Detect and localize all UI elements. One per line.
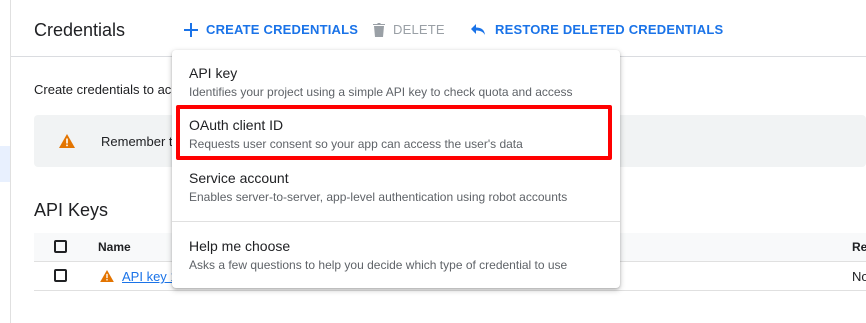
api-keys-title: API Keys bbox=[34, 200, 109, 220]
restore-label: RESTORE DELETED CREDENTIALS bbox=[495, 22, 724, 37]
warning-icon bbox=[59, 134, 75, 153]
page-title: Credentials bbox=[34, 20, 126, 40]
column-header-re[interactable]: Re bbox=[852, 240, 866, 254]
menu-item-description: Asks a few questions to help you decide … bbox=[189, 258, 568, 272]
menu-item-title: Service account bbox=[189, 170, 289, 186]
menu-item-description: Identifies your project using a simple A… bbox=[189, 85, 573, 99]
create-credentials-menu: API key Identifies your project using a … bbox=[172, 50, 620, 288]
banner-text: Remember t bbox=[101, 134, 173, 149]
warning-icon bbox=[100, 269, 114, 287]
highlight-box bbox=[176, 105, 612, 160]
menu-item-service-account[interactable]: Service account Enables server-to-server… bbox=[172, 170, 620, 210]
intro-text: Create credentials to ac bbox=[34, 82, 172, 97]
left-nav-rail bbox=[0, 0, 11, 323]
menu-item-api-key[interactable]: API key Identifies your project using a … bbox=[172, 65, 620, 105]
left-nav-selected-item[interactable] bbox=[0, 146, 10, 182]
delete-label: DELETE bbox=[393, 22, 445, 37]
menu-divider bbox=[172, 221, 620, 222]
page-header: Credentials CREATE CREDENTIALS DELETE RE… bbox=[11, 0, 866, 57]
column-header-name[interactable]: Name bbox=[98, 240, 131, 254]
plus-icon bbox=[184, 22, 198, 37]
row-checkbox[interactable] bbox=[54, 269, 67, 282]
create-credentials-button[interactable]: CREATE CREDENTIALS bbox=[184, 22, 358, 37]
trash-icon bbox=[373, 22, 385, 37]
delete-button[interactable]: DELETE bbox=[373, 22, 445, 37]
menu-item-description: Enables server-to-server, app-level auth… bbox=[189, 190, 568, 204]
create-credentials-label: CREATE CREDENTIALS bbox=[206, 22, 359, 37]
menu-item-title: API key bbox=[189, 65, 238, 81]
menu-item-title: Help me choose bbox=[189, 238, 291, 254]
undo-icon bbox=[471, 23, 487, 36]
row-re-value: No bbox=[852, 269, 866, 284]
select-all-checkbox[interactable] bbox=[54, 240, 67, 253]
restore-deleted-credentials-button[interactable]: RESTORE DELETED CREDENTIALS bbox=[471, 22, 723, 37]
api-key-link[interactable]: API key 1 bbox=[122, 269, 178, 284]
menu-item-help-me-choose[interactable]: Help me choose Asks a few questions to h… bbox=[172, 238, 620, 278]
